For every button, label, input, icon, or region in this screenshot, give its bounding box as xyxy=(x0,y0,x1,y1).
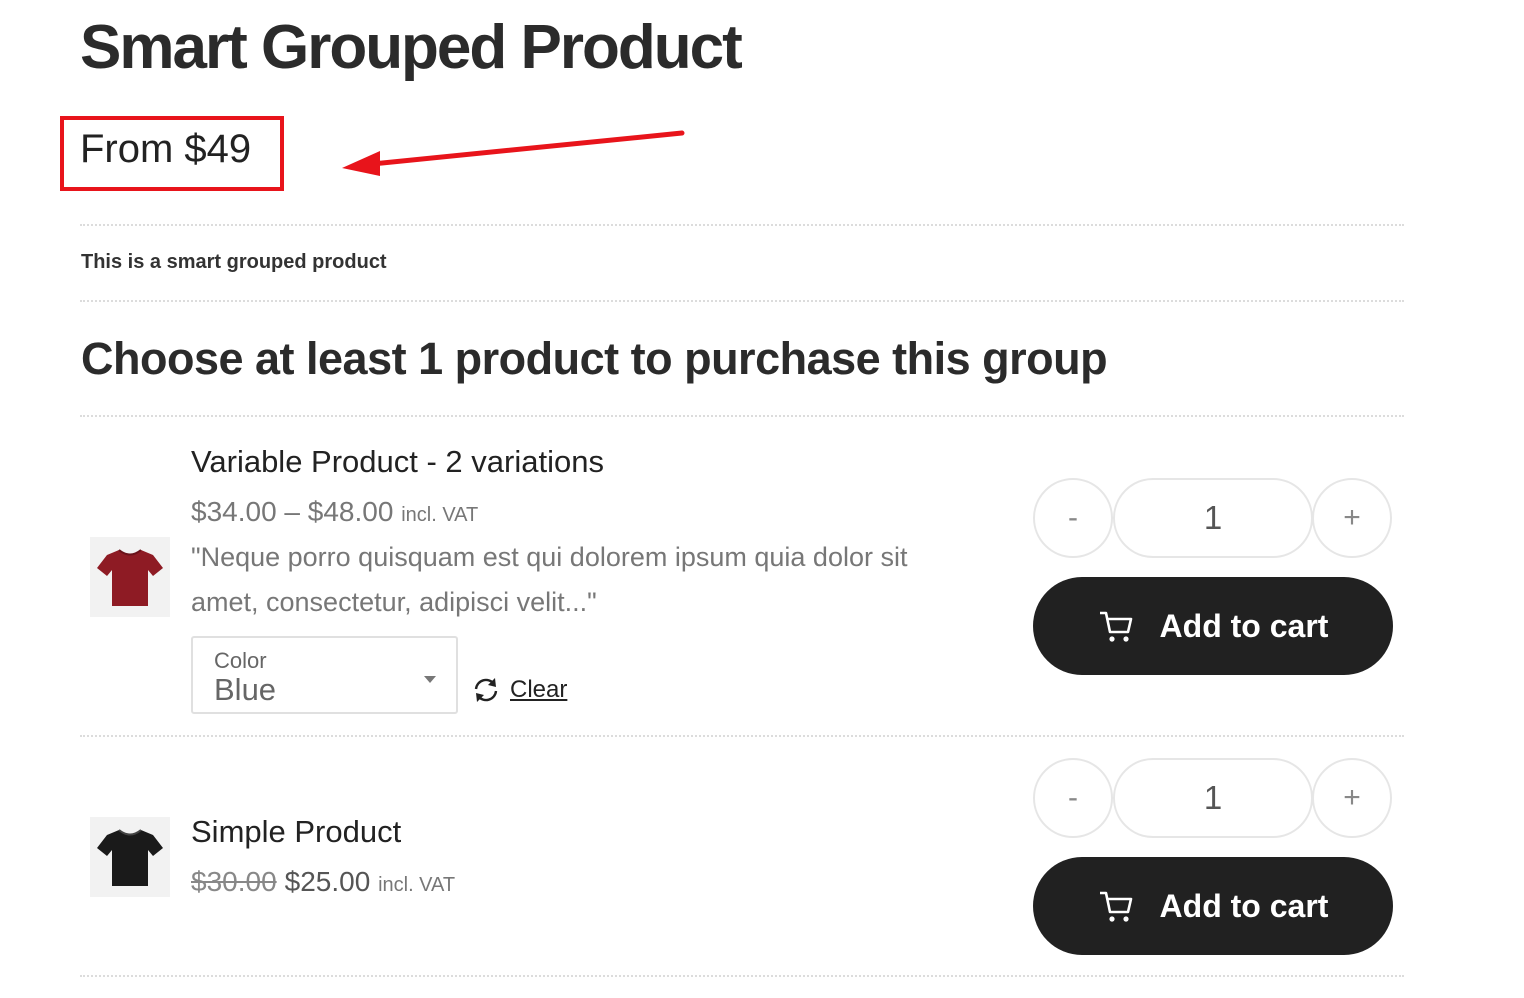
qty-minus-button[interactable]: - xyxy=(1033,478,1113,558)
select-value: Blue xyxy=(214,672,277,707)
price-range: $34.00 – $48.00 xyxy=(191,496,394,527)
divider xyxy=(80,415,1404,417)
group-heading: Choose at least 1 product to purchase th… xyxy=(81,333,1108,384)
vat-label: incl. VAT xyxy=(401,504,479,526)
divider xyxy=(80,300,1404,302)
page-title: Smart Grouped Product xyxy=(80,13,743,82)
cart-icon xyxy=(1099,611,1132,642)
qty-minus-button[interactable]: - xyxy=(1033,758,1113,838)
product-name[interactable]: Variable Product - 2 variations xyxy=(191,444,604,480)
add-to-cart-label: Add to cart xyxy=(1159,607,1329,644)
product-thumbnail[interactable] xyxy=(90,817,170,897)
caret-down-icon xyxy=(424,676,436,683)
product-thumbnail[interactable] xyxy=(90,537,170,617)
refresh-icon[interactable] xyxy=(472,676,500,704)
cart-icon xyxy=(1099,891,1132,922)
tshirt-red-icon xyxy=(97,549,163,606)
select-label: Color xyxy=(214,648,267,673)
add-to-cart-button[interactable]: Add to cart xyxy=(1033,577,1393,675)
product-excerpt: "Neque porro quisquam est qui dolorem ip… xyxy=(191,542,908,617)
color-select[interactable]: Color Blue xyxy=(191,636,458,714)
qty-input[interactable]: 1 xyxy=(1113,758,1313,838)
product-price: $34.00 – $48.00 incl. VAT xyxy=(191,496,478,528)
product-price-from: From $49 xyxy=(80,127,252,171)
divider xyxy=(80,224,1404,226)
product-name[interactable]: Simple Product xyxy=(191,814,401,850)
divider xyxy=(80,975,1404,977)
sale-price: $25.00 xyxy=(284,866,371,897)
add-to-cart-label: Add to cart xyxy=(1159,887,1329,924)
qty-plus-button[interactable]: + xyxy=(1312,478,1392,558)
tshirt-black-icon xyxy=(97,829,163,886)
product-price: $30.00 $25.00 incl. VAT xyxy=(191,866,455,898)
short-description: This is a smart grouped product xyxy=(81,251,387,273)
qty-input[interactable]: 1 xyxy=(1113,478,1313,558)
qty-plus-button[interactable]: + xyxy=(1312,758,1392,838)
old-price: $30.00 xyxy=(191,866,277,897)
vat-label: incl. VAT xyxy=(378,874,456,896)
divider xyxy=(80,735,1404,737)
add-to-cart-button[interactable]: Add to cart xyxy=(1033,857,1393,955)
clear-variation-link[interactable]: Clear xyxy=(510,676,567,704)
